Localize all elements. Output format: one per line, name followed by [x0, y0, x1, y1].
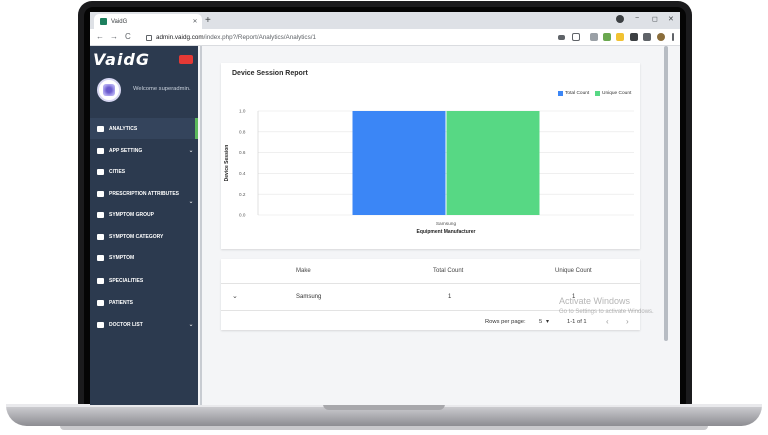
- sidebar-item-symptom[interactable]: SYMPTOM: [90, 247, 198, 268]
- sidebar-divider: [200, 46, 202, 405]
- cogs-icon: [97, 147, 104, 154]
- minimize-button[interactable]: −: [635, 15, 639, 22]
- url-text: admin.vaidg.com/index.php?/Report/Analyt…: [156, 34, 316, 41]
- back-button[interactable]: ←: [96, 32, 104, 42]
- sidebar-item-label: PRESCRIPTION ATTRIBUTES: [109, 191, 180, 197]
- sidebar-item-label: ANALYTICS: [109, 125, 138, 132]
- rows-per-page-caret-icon[interactable]: ▾: [546, 319, 549, 325]
- y-axis-label: Device Session: [224, 145, 230, 182]
- sidebar-item-label: SYMPTOM CATEGORY: [109, 233, 164, 240]
- device-session-table: Make Total Count Unique Count ⌄ Samsung …: [221, 259, 640, 330]
- maximize-button[interactable]: ◻: [652, 15, 658, 23]
- x-tick-label: Samsung: [436, 221, 457, 227]
- logo-mark: [179, 55, 193, 64]
- sidebar-item-label: SPECIALITIES: [109, 277, 144, 284]
- content-scrollbar[interactable]: [664, 46, 668, 341]
- star-icon[interactable]: [572, 33, 580, 41]
- laptop-screen: VaidG ✕ + − ◻ ✕ ← → C admin.vaidg.com/in…: [90, 12, 680, 405]
- y-tick-label: 1.0: [239, 109, 246, 114]
- sidebar-item-label: CITIES: [109, 168, 126, 175]
- building-icon: [97, 168, 104, 175]
- rows-per-page-label: Rows per page:: [485, 319, 526, 325]
- dna-icon: [97, 211, 104, 218]
- bar-unique-count: [446, 111, 540, 215]
- profile-avatar-icon[interactable]: [657, 33, 665, 41]
- flask-icon: [97, 254, 104, 261]
- cell-total-count: 1: [448, 294, 452, 300]
- bar-total-count: [352, 111, 446, 215]
- url-path: /index.php?/Report/Analytics/Analytics/1: [203, 34, 316, 41]
- sidebar-item-analytics[interactable]: ANALYTICS: [90, 118, 198, 139]
- sidebar-item-label: DOCTOR LIST: [109, 321, 143, 328]
- sidebar-item-label: SYMPTOM GROUP: [109, 211, 154, 218]
- avatar: [97, 78, 121, 102]
- sidebar-item-symptom-category[interactable]: SYMPTOM CATEGORY: [90, 226, 198, 247]
- cogs-icon: [97, 191, 104, 197]
- app-logo: VaidG: [93, 50, 151, 69]
- forward-button[interactable]: →: [110, 32, 118, 42]
- sidebar-item-label: SYMPTOM: [109, 254, 135, 261]
- column-header-unique-count[interactable]: Unique Count: [555, 268, 592, 274]
- sidebar-item-app-setting[interactable]: APP SETTING ⌄: [90, 140, 198, 161]
- user-icon: [97, 299, 104, 306]
- doctor-icon: [97, 321, 104, 328]
- profile-circle-icon[interactable]: [616, 15, 624, 23]
- sidebar: VaidG Welcome superadmin. ANALYTICS APP …: [90, 46, 198, 405]
- kebab-menu-icon[interactable]: [672, 33, 674, 41]
- key-icon[interactable]: [558, 35, 565, 40]
- grid-icon: [97, 277, 104, 284]
- laptop-foot: [60, 426, 708, 430]
- prev-page-button[interactable]: ‹: [606, 317, 609, 326]
- rows-per-page-select[interactable]: 5: [539, 319, 542, 325]
- activate-windows-watermark: Activate Windows: [559, 296, 631, 306]
- extension-yellow-icon[interactable]: [616, 33, 624, 41]
- sidebar-item-symptom-group[interactable]: SYMPTOM GROUP: [90, 204, 198, 225]
- sidebar-item-label: APP SETTING: [109, 147, 143, 154]
- device-session-chart-card: Device Session Report Total Count Unique…: [221, 63, 640, 249]
- browser-address-bar: ← → C admin.vaidg.com/index.php?/Report/…: [90, 29, 680, 46]
- lock-icon: [146, 34, 152, 41]
- sidebar-item-patients[interactable]: PATIENTS: [90, 292, 198, 313]
- y-tick-label: 0.2: [239, 192, 246, 197]
- window-close-button[interactable]: ✕: [668, 15, 674, 23]
- activate-windows-subtext: Go to Settings to activate Windows.: [559, 309, 654, 315]
- reload-button[interactable]: C: [125, 32, 131, 42]
- avatar-image: [103, 84, 115, 96]
- sidebar-item-prescription-attributes[interactable]: PRESCRIPTION ATTRIBUTES ⌄: [90, 183, 198, 205]
- expand-row-chevron-icon[interactable]: ⌄: [232, 292, 238, 300]
- header-divider: [221, 283, 640, 284]
- extension-green-icon[interactable]: [603, 33, 611, 41]
- chevron-down-icon: ⌄: [188, 322, 194, 328]
- tab-close-icon[interactable]: ✕: [188, 18, 202, 25]
- chevron-down-icon: ⌄: [188, 148, 194, 154]
- extension-icon[interactable]: [590, 33, 598, 41]
- url-host: admin.vaidg.com: [156, 34, 204, 41]
- next-page-button[interactable]: ›: [626, 317, 629, 326]
- sidebar-item-label: PATIENTS: [109, 299, 133, 306]
- syringe-icon: [97, 233, 104, 240]
- y-tick-label: 0.0: [239, 213, 246, 218]
- y-tick-label: 0.6: [239, 150, 246, 155]
- y-tick-label: 0.8: [239, 129, 246, 134]
- tab-title: VaidG: [111, 18, 128, 25]
- x-axis-label: Equipment Manufacturer: [417, 229, 476, 235]
- dashboard-icon: [97, 125, 104, 132]
- column-header-total-count[interactable]: Total Count: [433, 268, 463, 274]
- puzzle-icon[interactable]: [630, 33, 638, 41]
- column-header-make[interactable]: Make: [296, 268, 311, 274]
- site-favicon-icon: [100, 18, 107, 25]
- new-tab-button[interactable]: +: [205, 15, 211, 27]
- browser-tab-bar: VaidG ✕ + − ◻ ✕: [90, 12, 680, 29]
- media-icon[interactable]: [643, 33, 651, 41]
- url-input[interactable]: admin.vaidg.com/index.php?/Report/Analyt…: [142, 31, 522, 44]
- y-tick-label: 0.4: [239, 171, 246, 176]
- pagination-range: 1-1 of 1: [567, 319, 587, 325]
- sidebar-item-specialities[interactable]: SPECIALITIES: [90, 270, 198, 291]
- welcome-text: Welcome superadmin.: [133, 86, 191, 92]
- device-session-bar-chart: 0.0 0.2 0.4 0.6 0.8 1.0 Samsung Equipment Manuf…: [224, 109, 634, 235]
- sidebar-item-doctor-list[interactable]: DOCTOR LIST ⌄: [90, 314, 198, 335]
- browser-tab[interactable]: VaidG ✕: [94, 14, 202, 29]
- sidebar-item-cities[interactable]: CITIES: [90, 161, 198, 182]
- cell-make: Samsung: [296, 294, 322, 300]
